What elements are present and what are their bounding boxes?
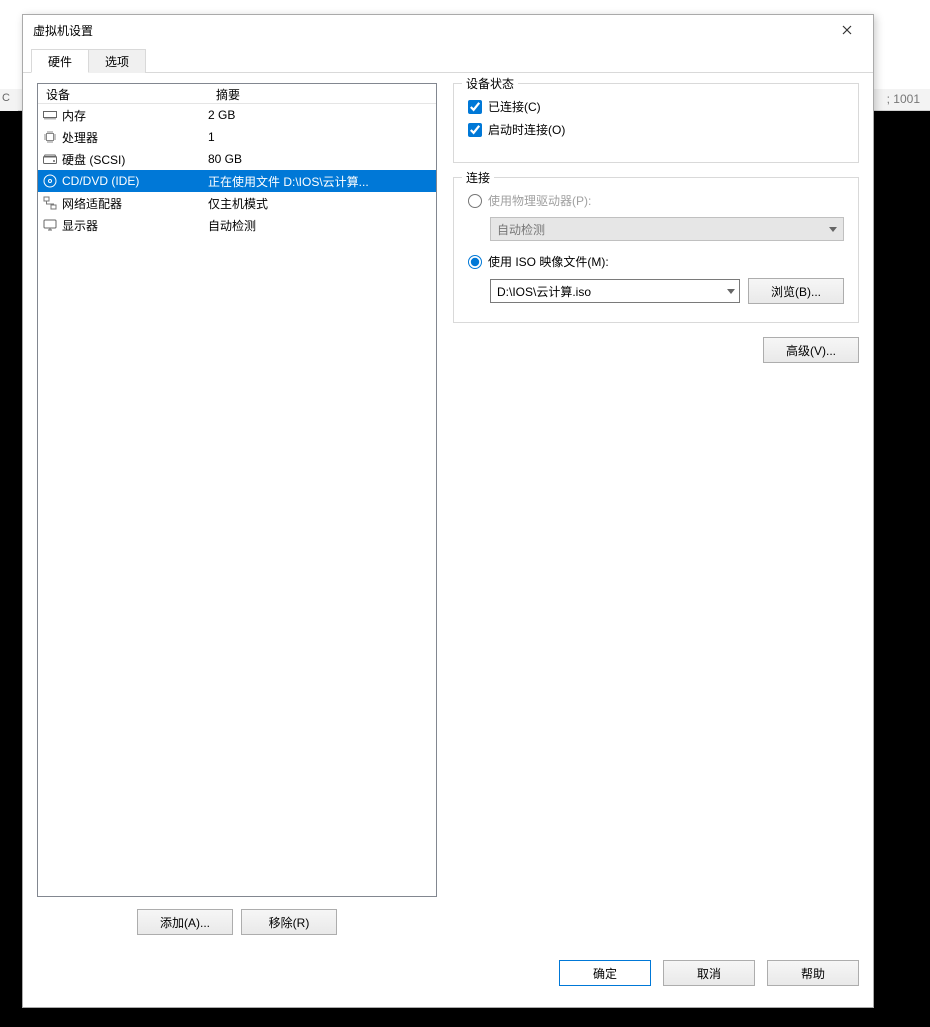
list-header: 设备 摘要 [38, 84, 436, 104]
device-name: CD/DVD (IDE) [62, 174, 139, 188]
browser-left-fragment: C [0, 89, 18, 111]
device-name: 内存 [62, 107, 86, 124]
chevron-down-icon [727, 289, 735, 294]
display-icon [42, 217, 58, 233]
device-summary: 自动检测 [208, 217, 436, 234]
device-row-network[interactable]: 网络适配器 仅主机模式 [38, 192, 436, 214]
dialog-footer: 确定 取消 帮助 [37, 953, 859, 993]
checkbox-connect-poweron[interactable] [468, 123, 482, 137]
remove-button[interactable]: 移除(R) [241, 909, 337, 935]
device-summary: 2 GB [208, 108, 436, 122]
radio-iso-label: 使用 ISO 映像文件(M): [488, 253, 609, 270]
tab-options[interactable]: 选项 [88, 49, 146, 73]
device-name: 硬盘 (SCSI) [62, 151, 125, 168]
group-title-connection: 连接 [462, 169, 494, 186]
device-row-disk[interactable]: 硬盘 (SCSI) 80 GB [38, 148, 436, 170]
physical-select-wrap: 自动检测 [490, 217, 844, 241]
device-row-cpu[interactable]: 处理器 1 [38, 126, 436, 148]
device-summary: 正在使用文件 D:\IOS\云计算... [208, 173, 436, 190]
radio-physical-row[interactable]: 使用物理驱动器(P): [468, 192, 844, 209]
tab-strip: 硬件 选项 [23, 45, 873, 73]
physical-drive-select: 自动检测 [490, 217, 844, 241]
device-row-display[interactable]: 显示器 自动检测 [38, 214, 436, 236]
device-summary: 1 [208, 130, 436, 144]
device-row-memory[interactable]: 内存 2 GB [38, 104, 436, 126]
advanced-row: 高级(V)... [453, 337, 859, 363]
advanced-button[interactable]: 高级(V)... [763, 337, 859, 363]
group-title-device-status: 设备状态 [462, 75, 518, 92]
device-name: 网络适配器 [62, 195, 122, 212]
left-panel: 设备 摘要 内存 2 GB [37, 83, 437, 935]
checkbox-connected-row[interactable]: 已连接(C) [468, 98, 844, 115]
device-row-cddvd[interactable]: CD/DVD (IDE) 正在使用文件 D:\IOS\云计算... [38, 170, 436, 192]
device-buttons-row: 添加(A)... 移除(R) [37, 909, 437, 935]
device-list[interactable]: 设备 摘要 内存 2 GB [37, 83, 437, 897]
browse-button[interactable]: 浏览(B)... [748, 278, 844, 304]
group-device-status: 设备状态 已连接(C) 启动时连接(O) [453, 83, 859, 163]
checkbox-connect-poweron-label: 启动时连接(O) [488, 121, 565, 138]
radio-iso[interactable] [468, 255, 482, 269]
device-name: 显示器 [62, 217, 98, 234]
right-panel: 设备状态 已连接(C) 启动时连接(O) 连接 使用物理驱动器(P [453, 83, 859, 935]
memory-icon [42, 107, 58, 123]
group-connection: 连接 使用物理驱动器(P): 自动检测 使用 ISO 映像文件(M): [453, 177, 859, 323]
radio-physical-label: 使用物理驱动器(P): [488, 192, 591, 209]
help-button[interactable]: 帮助 [767, 960, 859, 986]
cpu-icon [42, 129, 58, 145]
ok-button[interactable]: 确定 [559, 960, 651, 986]
device-summary: 仅主机模式 [208, 195, 436, 212]
physical-drive-value: 自动检测 [497, 221, 545, 238]
disk-icon [42, 151, 58, 167]
checkbox-connected-label: 已连接(C) [488, 98, 541, 115]
column-header-device[interactable]: 设备 [38, 84, 208, 103]
browser-partial-text: ; 1001 [887, 92, 920, 106]
close-icon [842, 25, 852, 35]
close-button[interactable] [827, 16, 867, 44]
iso-path-value: D:\IOS\云计算.iso [497, 283, 591, 300]
checkbox-connect-poweron-row[interactable]: 启动时连接(O) [468, 121, 844, 138]
cd-icon [42, 173, 58, 189]
dialog-body: 设备 摘要 内存 2 GB [23, 73, 873, 1007]
iso-path-combo[interactable]: D:\IOS\云计算.iso [490, 279, 740, 303]
vm-settings-dialog: 虚拟机设置 硬件 选项 设备 摘要 [22, 14, 874, 1008]
column-header-summary[interactable]: 摘要 [208, 84, 436, 103]
main-row: 设备 摘要 内存 2 GB [37, 83, 859, 935]
radio-physical[interactable] [468, 194, 482, 208]
radio-iso-row[interactable]: 使用 ISO 映像文件(M): [468, 253, 844, 270]
add-button[interactable]: 添加(A)... [137, 909, 233, 935]
chevron-down-icon [829, 227, 837, 232]
device-name: 处理器 [62, 129, 98, 146]
device-summary: 80 GB [208, 152, 436, 166]
checkbox-connected[interactable] [468, 100, 482, 114]
iso-row: D:\IOS\云计算.iso 浏览(B)... [490, 278, 844, 304]
tab-hardware[interactable]: 硬件 [31, 49, 89, 73]
network-icon [42, 195, 58, 211]
list-body: 内存 2 GB 处理器 1 [38, 104, 436, 236]
cancel-button[interactable]: 取消 [663, 960, 755, 986]
titlebar: 虚拟机设置 [23, 15, 873, 45]
dialog-title: 虚拟机设置 [33, 22, 93, 39]
